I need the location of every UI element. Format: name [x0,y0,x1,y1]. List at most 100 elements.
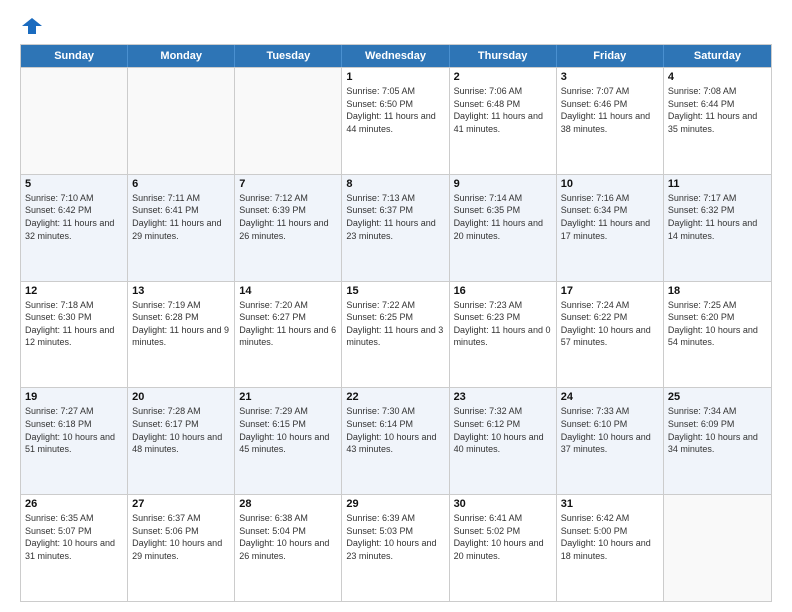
calendar-cell-23: 23 Sunrise: 7:32 AM Sunset: 6:12 PM Dayli… [450,388,557,494]
cell-day-number: 17 [561,285,659,297]
cell-info-text: Sunrise: 7:25 AM Sunset: 6:20 PM Dayligh… [668,299,767,349]
cell-day-number: 21 [239,391,337,403]
calendar-row-2: 12Sunrise: 7:18 AM Sunset: 6:30 PM Dayli… [21,281,771,388]
weekday-header-saturday: Saturday [664,45,771,67]
calendar-cell-14: 14Sunrise: 7:20 AM Sunset: 6:27 PM Dayli… [235,282,342,388]
cell-day-number: 7 [239,178,337,190]
weekday-header-wednesday: Wednesday [342,45,449,67]
calendar-cell-empty-4-6 [664,495,771,601]
cell-day-number: 2 [454,71,552,83]
cell-info-text: Sunrise: 7:33 AM Sunset: 6:10 PM Dayligh… [561,405,659,455]
cell-info-text: Sunrise: 7:10 AM Sunset: 6:42 PM Dayligh… [25,192,123,242]
cell-day-number: 10 [561,178,659,190]
cell-day-number: 6 [132,178,230,190]
calendar-cell-19: 19Sunrise: 7:27 AM Sunset: 6:18 PM Dayli… [21,388,128,494]
calendar-header: SundayMondayTuesdayWednesdayThursdayFrid… [21,45,771,67]
weekday-header-friday: Friday [557,45,664,67]
cell-day-number: 8 [346,178,444,190]
calendar-cell-7: 7 Sunrise: 7:12 AM Sunset: 6:39 PM Daylig… [235,175,342,281]
cell-info-text: Sunrise: 7:05 AM Sunset: 6:50 PM Dayligh… [346,85,444,135]
calendar-cell-25: 25 Sunrise: 7:34 AM Sunset: 6:09 PM Dayli… [664,388,771,494]
cell-day-number: 22 [346,391,444,403]
cell-day-number: 23 [454,391,552,403]
calendar-row-1: 5 Sunrise: 7:10 AM Sunset: 6:42 PM Daylig… [21,174,771,281]
cell-info-text: Sunrise: 6:37 AM Sunset: 5:06 PM Dayligh… [132,512,230,562]
calendar-cell-empty-0-1 [128,68,235,174]
cell-day-number: 18 [668,285,767,297]
calendar-cell-26: 26 Sunrise: 6:35 AM Sunset: 5:07 PM Dayli… [21,495,128,601]
logo [20,16,42,34]
cell-info-text: Sunrise: 7:19 AM Sunset: 6:28 PM Dayligh… [132,299,230,349]
cell-day-number: 13 [132,285,230,297]
cell-info-text: Sunrise: 7:32 AM Sunset: 6:12 PM Dayligh… [454,405,552,455]
cell-info-text: Sunrise: 7:13 AM Sunset: 6:37 PM Dayligh… [346,192,444,242]
calendar-cell-31: 31Sunrise: 6:42 AM Sunset: 5:00 PM Dayli… [557,495,664,601]
cell-info-text: Sunrise: 7:12 AM Sunset: 6:39 PM Dayligh… [239,192,337,242]
cell-day-number: 24 [561,391,659,403]
cell-day-number: 5 [25,178,123,190]
calendar-cell-9: 9Sunrise: 7:14 AM Sunset: 6:35 PM Daylig… [450,175,557,281]
calendar-row-0: 1Sunrise: 7:05 AM Sunset: 6:50 PM Daylig… [21,67,771,174]
calendar-page: SundayMondayTuesdayWednesdayThursdayFrid… [0,0,792,612]
weekday-header-tuesday: Tuesday [235,45,342,67]
cell-day-number: 16 [454,285,552,297]
logo-bird-icon [22,16,42,36]
cell-info-text: Sunrise: 6:41 AM Sunset: 5:02 PM Dayligh… [454,512,552,562]
cell-info-text: Sunrise: 7:29 AM Sunset: 6:15 PM Dayligh… [239,405,337,455]
calendar-cell-empty-0-0 [21,68,128,174]
cell-day-number: 29 [346,498,444,510]
calendar-row-4: 26 Sunrise: 6:35 AM Sunset: 5:07 PM Dayli… [21,494,771,601]
calendar-cell-21: 21 Sunrise: 7:29 AM Sunset: 6:15 PM Dayli… [235,388,342,494]
calendar-cell-12: 12Sunrise: 7:18 AM Sunset: 6:30 PM Dayli… [21,282,128,388]
cell-info-text: Sunrise: 7:27 AM Sunset: 6:18 PM Dayligh… [25,405,123,455]
cell-info-text: Sunrise: 6:38 AM Sunset: 5:04 PM Dayligh… [239,512,337,562]
cell-info-text: Sunrise: 7:08 AM Sunset: 6:44 PM Dayligh… [668,85,767,135]
weekday-header-monday: Monday [128,45,235,67]
calendar-cell-18: 18 Sunrise: 7:25 AM Sunset: 6:20 PM Dayli… [664,282,771,388]
cell-info-text: Sunrise: 7:24 AM Sunset: 6:22 PM Dayligh… [561,299,659,349]
cell-info-text: Sunrise: 7:20 AM Sunset: 6:27 PM Dayligh… [239,299,337,349]
cell-day-number: 9 [454,178,552,190]
cell-info-text: Sunrise: 7:07 AM Sunset: 6:46 PM Dayligh… [561,85,659,135]
cell-info-text: Sunrise: 6:39 AM Sunset: 5:03 PM Dayligh… [346,512,444,562]
cell-info-text: Sunrise: 7:30 AM Sunset: 6:14 PM Dayligh… [346,405,444,455]
cell-info-text: Sunrise: 7:28 AM Sunset: 6:17 PM Dayligh… [132,405,230,455]
calendar-row-3: 19Sunrise: 7:27 AM Sunset: 6:18 PM Dayli… [21,387,771,494]
calendar-cell-10: 10 Sunrise: 7:16 AM Sunset: 6:34 PM Dayli… [557,175,664,281]
cell-day-number: 25 [668,391,767,403]
calendar-cell-4: 4 Sunrise: 7:08 AM Sunset: 6:44 PM Daylig… [664,68,771,174]
cell-info-text: Sunrise: 6:35 AM Sunset: 5:07 PM Dayligh… [25,512,123,562]
cell-info-text: Sunrise: 7:17 AM Sunset: 6:32 PM Dayligh… [668,192,767,242]
calendar-cell-17: 17 Sunrise: 7:24 AM Sunset: 6:22 PM Dayli… [557,282,664,388]
cell-day-number: 27 [132,498,230,510]
calendar-cell-6: 6 Sunrise: 7:11 AM Sunset: 6:41 PM Daylig… [128,175,235,281]
calendar-cell-3: 3 Sunrise: 7:07 AM Sunset: 6:46 PM Daylig… [557,68,664,174]
calendar-cell-8: 8 Sunrise: 7:13 AM Sunset: 6:37 PM Daylig… [342,175,449,281]
weekday-header-sunday: Sunday [21,45,128,67]
cell-info-text: Sunrise: 7:23 AM Sunset: 6:23 PM Dayligh… [454,299,552,349]
cell-day-number: 28 [239,498,337,510]
calendar-cell-11: 11 Sunrise: 7:17 AM Sunset: 6:32 PM Dayli… [664,175,771,281]
cell-info-text: Sunrise: 7:11 AM Sunset: 6:41 PM Dayligh… [132,192,230,242]
calendar-body: 1Sunrise: 7:05 AM Sunset: 6:50 PM Daylig… [21,67,771,601]
calendar-cell-29: 29 Sunrise: 6:39 AM Sunset: 5:03 PM Dayli… [342,495,449,601]
cell-day-number: 15 [346,285,444,297]
calendar: SundayMondayTuesdayWednesdayThursdayFrid… [20,44,772,602]
calendar-cell-28: 28 Sunrise: 6:38 AM Sunset: 5:04 PM Dayli… [235,495,342,601]
cell-info-text: Sunrise: 7:16 AM Sunset: 6:34 PM Dayligh… [561,192,659,242]
calendar-cell-20: 20Sunrise: 7:28 AM Sunset: 6:17 PM Dayli… [128,388,235,494]
calendar-cell-1: 1Sunrise: 7:05 AM Sunset: 6:50 PM Daylig… [342,68,449,174]
cell-day-number: 4 [668,71,767,83]
cell-day-number: 31 [561,498,659,510]
cell-day-number: 11 [668,178,767,190]
calendar-cell-15: 15 Sunrise: 7:22 AM Sunset: 6:25 PM Dayli… [342,282,449,388]
calendar-cell-16: 16 Sunrise: 7:23 AM Sunset: 6:23 PM Dayli… [450,282,557,388]
calendar-cell-30: 30Sunrise: 6:41 AM Sunset: 5:02 PM Dayli… [450,495,557,601]
calendar-cell-24: 24 Sunrise: 7:33 AM Sunset: 6:10 PM Dayli… [557,388,664,494]
cell-day-number: 12 [25,285,123,297]
calendar-cell-2: 2Sunrise: 7:06 AM Sunset: 6:48 PM Daylig… [450,68,557,174]
cell-info-text: Sunrise: 7:34 AM Sunset: 6:09 PM Dayligh… [668,405,767,455]
cell-info-text: Sunrise: 7:22 AM Sunset: 6:25 PM Dayligh… [346,299,444,349]
cell-day-number: 3 [561,71,659,83]
cell-day-number: 26 [25,498,123,510]
